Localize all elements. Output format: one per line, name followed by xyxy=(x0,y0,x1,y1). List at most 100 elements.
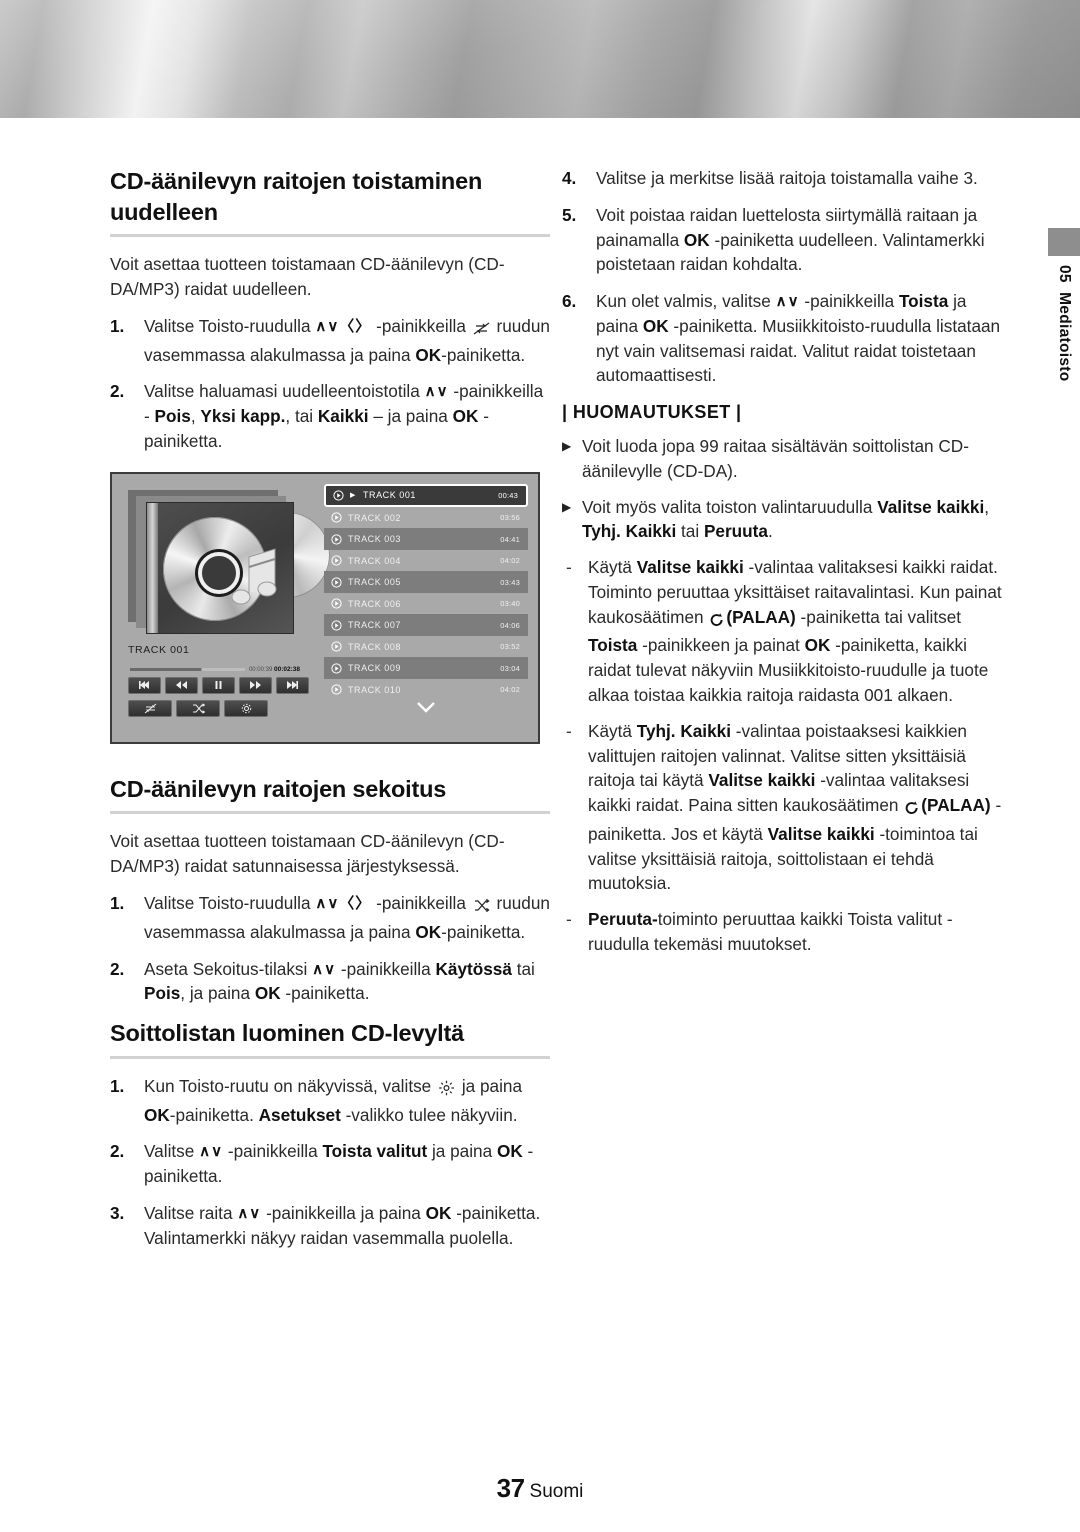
pause-button[interactable] xyxy=(202,676,235,694)
step-text: Valitse raita ∧∨ -painikkeilla ja paina … xyxy=(144,1201,550,1251)
step-text-part: -painikkeilla xyxy=(340,958,431,979)
track-list-item[interactable]: TRACK 009 03:04 xyxy=(324,657,528,679)
track-name: TRACK 007 xyxy=(348,620,401,631)
track-list-item[interactable]: TRACK 006 03:40 xyxy=(324,593,528,615)
rewind-button[interactable] xyxy=(165,676,198,694)
sub-note-item: - Käytä Tyhj. Kaikki -valintaa poistaaks… xyxy=(566,719,1002,896)
step-text: Valitse ∧∨ -painikkeilla Toista valitut … xyxy=(144,1139,550,1189)
step-text-part: -valikko tulee näkyviin. xyxy=(345,1104,518,1125)
step-text-part: Valitse haluamasi uudelleentoistotila xyxy=(144,381,420,402)
step-text-part: , ja paina xyxy=(180,983,251,1004)
skip-previous-button[interactable] xyxy=(128,676,161,694)
gear-icon xyxy=(438,1078,455,1103)
track-list[interactable]: ▶ TRACK 001 00:43 TRACK 002 03:56 TRACK … xyxy=(324,483,528,714)
step-text: Valitse ja merkitse lisää raitoja toista… xyxy=(596,168,978,188)
ok-button-ref: OK xyxy=(496,1141,523,1162)
manual-page: CD-äänilevyn raitojen toistaminen uudell… xyxy=(0,118,1080,1532)
step-text: Valitse Toisto-ruudulla ∧∨〈〉 -painikkeil… xyxy=(144,891,550,945)
note-text: Voit luoda jopa 99 raitaa sisältävän soi… xyxy=(582,436,969,481)
page-footer: 37 Suomi xyxy=(0,1473,1080,1504)
step-text-part: -painikkeilla xyxy=(227,1141,318,1162)
step-item: 2. Aseta Sekoitus-tilaksi ∧∨ -painikkeil… xyxy=(110,957,550,1007)
transport-controls xyxy=(128,676,309,694)
play-circle-icon xyxy=(331,555,342,566)
right-column: 4. Valitse ja merkitse lisää raitoja toi… xyxy=(562,166,1002,968)
section3-steps: 1. Kun Toisto-ruutu on näkyvissä, valits… xyxy=(110,1074,550,1251)
track-list-item[interactable]: TRACK 004 04:02 xyxy=(324,550,528,572)
notes-heading: | HUOMAUTUKSET | xyxy=(562,402,742,423)
step-number: 5. xyxy=(562,204,577,225)
play-circle-icon xyxy=(333,490,344,501)
track-list-item[interactable]: ▶ TRACK 001 00:43 xyxy=(324,483,528,507)
step-text: Valitse Toisto-ruudulla ∧∨〈〉 -painikkeil… xyxy=(144,314,550,368)
step-item: 2. Valitse haluamasi uudelleentoistotila… xyxy=(110,379,550,453)
step-item: 4. Valitse ja merkitse lisää raitoja toi… xyxy=(562,166,1002,191)
ok-button-ref: OK xyxy=(804,635,831,656)
title-divider xyxy=(110,234,550,238)
repeat-off-icon xyxy=(473,318,490,343)
section-title-shuffle-tracks: CD-äänilevyn raitojen sekoitus xyxy=(110,775,447,802)
step-text-part: -painikkeilla xyxy=(804,291,895,312)
track-duration: 04:02 xyxy=(500,556,520,566)
step-number: 1. xyxy=(110,893,125,914)
step-text-part: ja paina xyxy=(461,1075,523,1096)
elapsed-time: 00:00:39 xyxy=(248,666,273,673)
note-text-part: Käytä xyxy=(588,557,632,578)
settings-button[interactable] xyxy=(224,699,268,717)
left-column: CD-äänilevyn raitojen toistaminen uudell… xyxy=(110,166,550,1262)
step-text-part: tai xyxy=(516,958,535,979)
decorative-header-banner xyxy=(0,0,1080,118)
note-text-part: tai xyxy=(681,521,700,542)
track-list-item[interactable]: TRACK 003 04:41 xyxy=(324,528,528,550)
track-duration: 04:41 xyxy=(500,534,520,544)
track-list-item[interactable]: TRACK 002 03:56 xyxy=(324,507,528,529)
track-list-item[interactable]: TRACK 008 03:52 xyxy=(324,636,528,658)
scroll-down-indicator[interactable] xyxy=(324,701,528,713)
shuffle-button[interactable] xyxy=(176,699,220,717)
step-text-part: Valitse Toisto-ruudulla xyxy=(144,315,311,336)
track-list-item[interactable]: TRACK 007 04:06 xyxy=(324,614,528,636)
dpad-keys-icon: ∧∨〈〉 xyxy=(315,317,372,335)
return-arrow-icon xyxy=(710,609,724,634)
track-name: TRACK 006 xyxy=(348,598,401,609)
now-playing-cursor-icon: ▶ xyxy=(350,492,356,500)
note-text-part: Käytä xyxy=(588,720,632,741)
step-text-part: Aseta Sekoitus-tilaksi xyxy=(144,958,308,979)
track-name: TRACK 001 xyxy=(363,490,416,501)
sub-note-item: - Peruuta-toiminto peruuttaa kaikki Tois… xyxy=(566,907,1002,957)
step-item: 1. Kun Toisto-ruutu on näkyvissä, valits… xyxy=(110,1074,550,1128)
track-list-item[interactable]: TRACK 005 03:43 xyxy=(324,571,528,593)
progress-bar-row[interactable]: 00:00:39 00:02:38 xyxy=(130,666,300,673)
step-item: 1. Valitse Toisto-ruudulla ∧∨〈〉 -painikk… xyxy=(110,314,550,368)
sub-notes-list: - Käytä Valitse kaikki -valintaa valitak… xyxy=(562,555,1002,956)
progress-bar[interactable] xyxy=(130,667,245,671)
return-button-ref: (PALAA) xyxy=(921,795,991,816)
repeat-button[interactable] xyxy=(128,699,172,717)
step-text: Kun Toisto-ruutu on näkyvissä, valitse j… xyxy=(144,1074,550,1128)
time-display: 00:00:39 00:02:38 xyxy=(249,666,300,673)
ok-button-ref: OK xyxy=(452,406,479,427)
step-text-part: , tai xyxy=(285,406,314,427)
step-text-part: -painiketta. xyxy=(169,1104,254,1125)
step-text-part: -painikkeilla ja paina xyxy=(266,1202,421,1223)
play-ref: Toista xyxy=(588,635,638,656)
note-text: Voit myös valita toiston valintaruudulla… xyxy=(582,495,1002,545)
play-circle-icon xyxy=(331,598,342,609)
track-duration: 03:40 xyxy=(500,599,520,609)
track-duration: 04:02 xyxy=(500,685,520,695)
option-on: Käytössä xyxy=(435,958,512,979)
sub-note-text: Käytä Tyhj. Kaikki -valintaa poistaakses… xyxy=(588,719,1002,896)
track-name: TRACK 009 xyxy=(348,663,401,674)
cancel-ref: Peruuta- xyxy=(588,909,658,930)
cd-case-spine xyxy=(147,502,158,633)
skip-next-button[interactable] xyxy=(276,676,309,694)
track-list-item[interactable]: TRACK 010 04:02 xyxy=(324,679,528,701)
step-item: 1. Valitse Toisto-ruudulla ∧∨〈〉 -painikk… xyxy=(110,891,550,945)
cd-case-front xyxy=(146,501,294,634)
play-ref: Toista xyxy=(898,291,949,312)
section-title-repeat-tracks: CD-äänilevyn raitojen toistaminen uudell… xyxy=(110,168,483,225)
track-name: TRACK 005 xyxy=(348,577,401,588)
step-text-part: ja paina xyxy=(431,1141,493,1162)
ok-button-ref: OK xyxy=(683,229,710,250)
fast-forward-button[interactable] xyxy=(239,676,272,694)
